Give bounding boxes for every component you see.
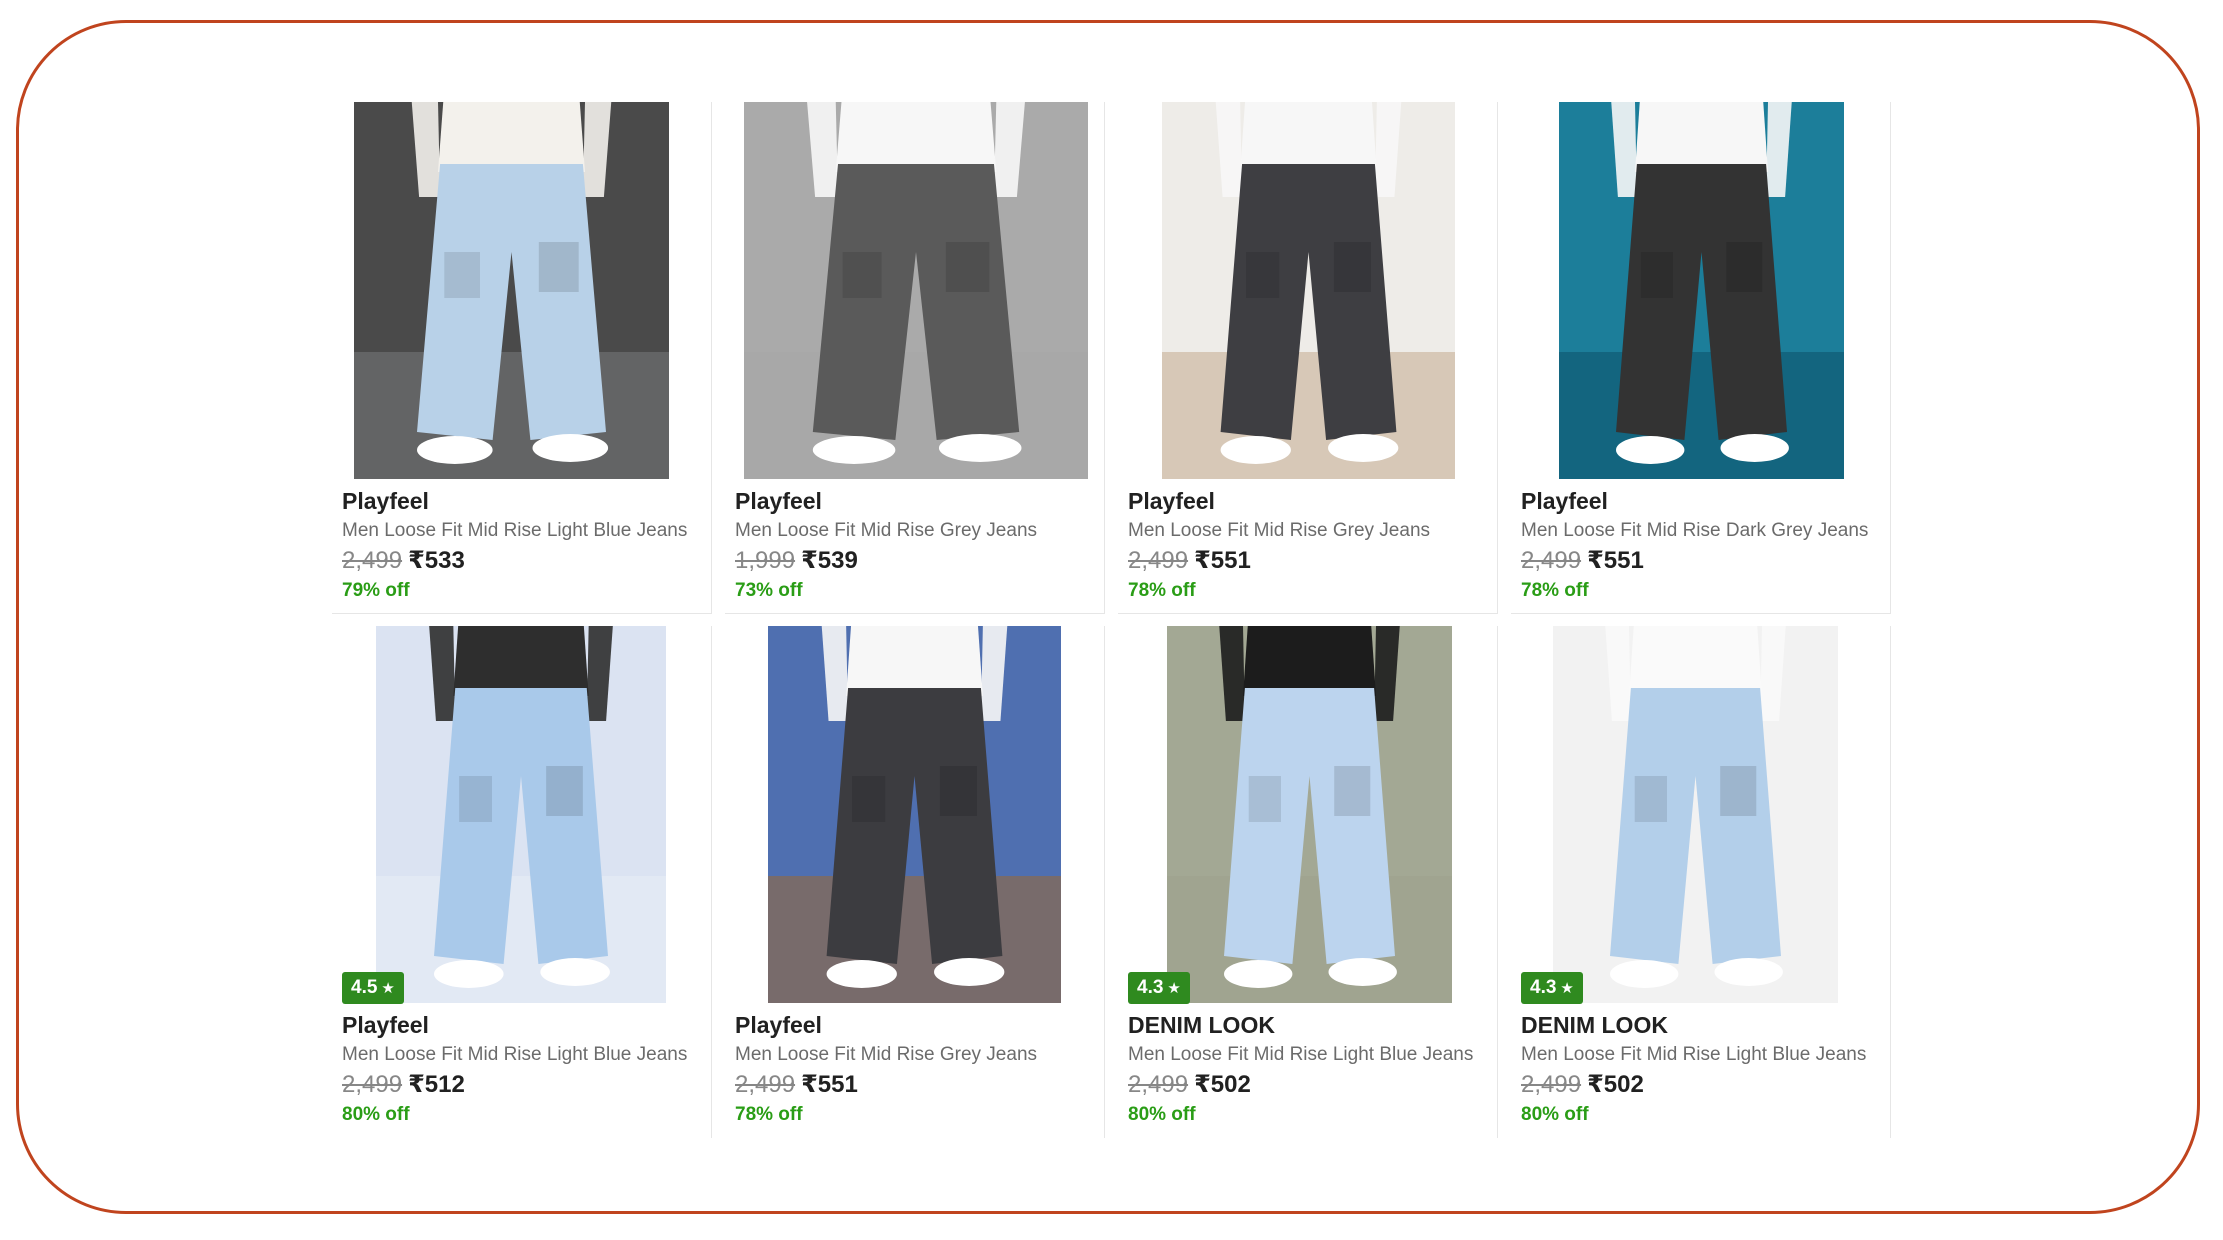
discount-label: 78% off <box>735 1104 803 1125</box>
sale-price: ₹533 <box>408 547 465 574</box>
price-row: 2,499 ₹512 <box>342 1070 465 1099</box>
product-card[interactable]: Playfeel Men Loose Fit Mid Rise Grey Jea… <box>725 102 1105 614</box>
product-brand: DENIM LOOK <box>1128 1012 1275 1038</box>
product-card[interactable]: Playfeel Men Loose Fit Mid Rise Grey Jea… <box>725 626 1105 1138</box>
original-price: 2,499 <box>735 1071 796 1098</box>
light-blue-baggy-jeans-photo <box>1167 626 1452 1003</box>
product-image[interactable] <box>332 102 712 479</box>
product-card[interactable]: 4.3 ★ DENIM LOOK Men Loose Fit Mid Rise L… <box>1511 626 1891 1138</box>
price-row: 2,499 ₹551 <box>1128 546 1251 575</box>
star-icon: ★ <box>1167 979 1181 997</box>
sale-price: ₹551 <box>1587 547 1644 574</box>
sale-price: ₹502 <box>1194 1071 1251 1098</box>
original-price: 2,499 <box>1521 1071 1582 1098</box>
product-brand: Playfeel <box>1521 488 1608 514</box>
price-row: 2,499 ₹551 <box>1521 546 1644 575</box>
sale-price: ₹551 <box>801 1071 858 1098</box>
product-brand: Playfeel <box>735 1012 822 1038</box>
product-card[interactable]: Playfeel Men Loose Fit Mid Rise Dark Gre… <box>1511 102 1891 614</box>
product-title[interactable]: Men Loose Fit Mid Rise Grey Jeans <box>735 520 1037 542</box>
product-title[interactable]: Men Loose Fit Mid Rise Light Blue Jeans <box>1128 1044 1473 1066</box>
product-grid: Playfeel Men Loose Fit Mid Rise Light Bl… <box>332 102 1892 1140</box>
product-image[interactable] <box>1118 102 1498 479</box>
original-price: 2,499 <box>1521 547 1582 574</box>
star-icon: ★ <box>381 979 395 997</box>
original-price: 2,499 <box>1128 1071 1189 1098</box>
product-brand: DENIM LOOK <box>1521 1012 1668 1038</box>
product-image[interactable] <box>332 626 712 1003</box>
product-title[interactable]: Men Loose Fit Mid Rise Grey Jeans <box>1128 520 1430 542</box>
sale-price: ₹551 <box>1194 547 1251 574</box>
product-title[interactable]: Men Loose Fit Mid Rise Dark Grey Jeans <box>1521 520 1868 542</box>
discount-label: 78% off <box>1521 580 1589 601</box>
sale-price: ₹512 <box>408 1071 465 1098</box>
sale-price: ₹539 <box>801 547 858 574</box>
grey-cargo-jeans-photo <box>1162 102 1455 479</box>
product-title[interactable]: Men Loose Fit Mid Rise Light Blue Jeans <box>342 520 687 542</box>
rating-badge: 4.3 ★ <box>1128 972 1190 1004</box>
star-icon: ★ <box>1560 979 1574 997</box>
original-price: 2,499 <box>342 547 403 574</box>
grey-cargo-jeans-photo <box>768 626 1061 1003</box>
dark-grey-cargo-jeans-photo <box>1559 102 1844 479</box>
product-card[interactable]: 4.5 ★ Playfeel Men Loose Fit Mid Rise Lig… <box>332 626 712 1138</box>
discount-label: 80% off <box>1521 1104 1589 1125</box>
sale-price: ₹502 <box>1587 1071 1644 1098</box>
rating-badge: 4.5 ★ <box>342 972 404 1004</box>
original-price: 1,999 <box>735 547 796 574</box>
original-price: 2,499 <box>1128 547 1189 574</box>
rating-value: 4.3 <box>1530 977 1557 998</box>
price-row: 1,999 ₹539 <box>735 546 858 575</box>
product-image[interactable] <box>1511 102 1891 479</box>
product-title[interactable]: Men Loose Fit Mid Rise Light Blue Jeans <box>342 1044 687 1066</box>
discount-label: 73% off <box>735 580 803 601</box>
light-blue-cargo-jeans-photo <box>354 102 669 479</box>
price-row: 2,499 ₹551 <box>735 1070 858 1099</box>
product-card[interactable]: Playfeel Men Loose Fit Mid Rise Light Bl… <box>332 102 712 614</box>
product-image[interactable] <box>1118 626 1498 1003</box>
light-blue-baggy-jeans-photo <box>1553 626 1838 1003</box>
original-price: 2,499 <box>342 1071 403 1098</box>
product-title[interactable]: Men Loose Fit Mid Rise Light Blue Jeans <box>1521 1044 1866 1066</box>
product-brand: Playfeel <box>342 488 429 514</box>
product-brand: Playfeel <box>1128 488 1215 514</box>
rating-value: 4.5 <box>351 977 378 998</box>
price-row: 2,499 ₹502 <box>1128 1070 1251 1099</box>
product-brand: Playfeel <box>342 1012 429 1038</box>
light-blue-cargo-jeans-photo <box>376 626 666 1003</box>
price-row: 2,499 ₹502 <box>1521 1070 1644 1099</box>
product-image[interactable] <box>1511 626 1891 1003</box>
discount-label: 80% off <box>1128 1104 1196 1125</box>
discount-label: 80% off <box>342 1104 410 1125</box>
grey-cargo-jeans-photo <box>744 102 1088 479</box>
product-card[interactable]: Playfeel Men Loose Fit Mid Rise Grey Jea… <box>1118 102 1498 614</box>
price-row: 2,499 ₹533 <box>342 546 465 575</box>
discount-label: 78% off <box>1128 580 1196 601</box>
product-image[interactable] <box>725 102 1105 479</box>
discount-label: 79% off <box>342 580 410 601</box>
product-title[interactable]: Men Loose Fit Mid Rise Grey Jeans <box>735 1044 1037 1066</box>
rating-badge: 4.3 ★ <box>1521 972 1583 1004</box>
product-image[interactable] <box>725 626 1105 1003</box>
rating-value: 4.3 <box>1137 977 1164 998</box>
product-brand: Playfeel <box>735 488 822 514</box>
product-card[interactable]: 4.3 ★ DENIM LOOK Men Loose Fit Mid Rise L… <box>1118 626 1498 1138</box>
